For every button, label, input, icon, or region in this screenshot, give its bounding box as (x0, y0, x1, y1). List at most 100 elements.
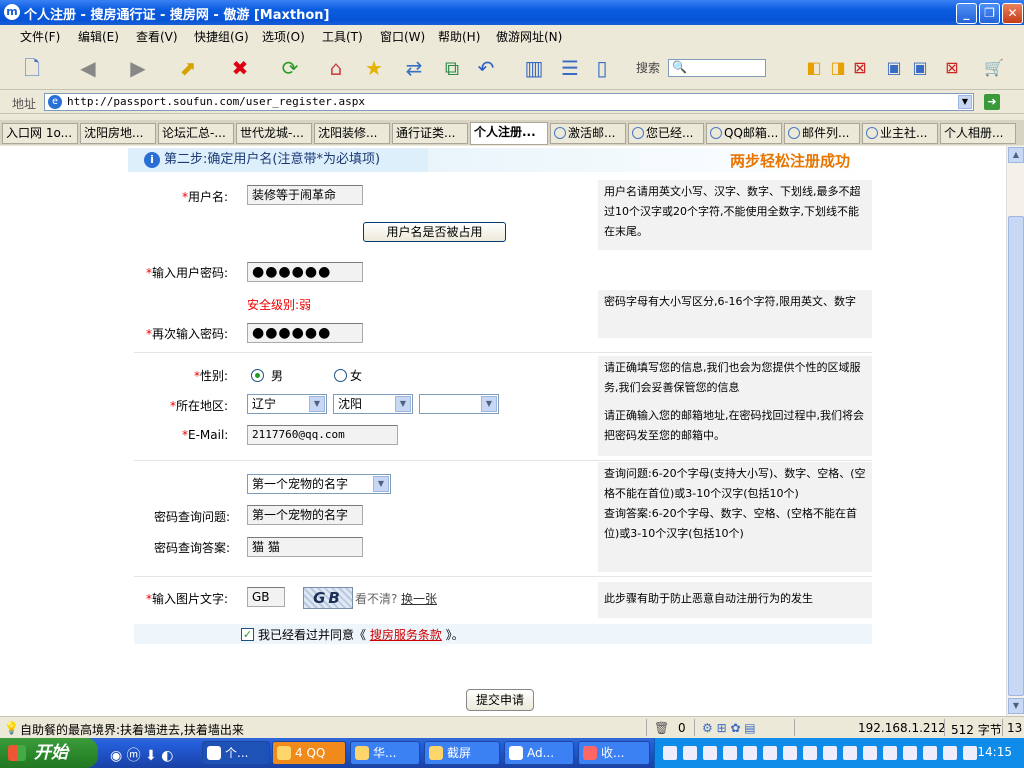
terms-link[interactable]: 搜房服务条款 (370, 628, 442, 642)
gender-female-radio[interactable] (334, 369, 347, 382)
tray-icon[interactable] (803, 746, 817, 760)
district-select[interactable]: ▼ (419, 394, 499, 414)
tray-icon[interactable] (823, 746, 837, 760)
answer-input[interactable]: 猫 猫 (247, 537, 363, 557)
search-icon: 🔍 (672, 60, 687, 74)
menu-maxthon-sites[interactable]: 傲游网址(N) (496, 28, 562, 45)
task-screenshot[interactable]: 截屏 (424, 741, 500, 765)
go-icon[interactable]: ➜ (984, 94, 1000, 110)
tray-icon[interactable] (723, 746, 737, 760)
tray-icon[interactable] (863, 746, 877, 760)
password-confirm-input[interactable]: ●●●●●● (247, 323, 363, 343)
tray-icon[interactable] (923, 746, 937, 760)
tab-6[interactable]: 通行证类... (392, 123, 468, 144)
gender-male-radio[interactable] (251, 369, 264, 382)
page-icon[interactable]: ▯ (588, 54, 616, 82)
restore-button[interactable]: ❐ (979, 3, 1000, 24)
qq-icon (277, 746, 291, 760)
tray-icon[interactable] (663, 746, 677, 760)
tab-3[interactable]: 论坛汇总-... (158, 123, 234, 144)
province-select[interactable]: 辽宁 ▼ (247, 394, 327, 414)
city-select[interactable]: 沈阳 ▼ (333, 394, 413, 414)
tab-13[interactable]: 个人相册... (940, 123, 1016, 144)
close-all-icon[interactable]: ⊠ (938, 54, 966, 82)
tab-5[interactable]: 沈阳装修... (314, 123, 390, 144)
menu-options[interactable]: 选项(O) (262, 28, 305, 45)
tab-1[interactable]: 入口网 1o... (2, 123, 78, 144)
window-titlebar: m 个人注册 - 搜房通行证 - 搜房网 - 傲游 [Maxthon] _ ❐ … (0, 0, 1024, 25)
email-input[interactable]: 2117760@qq.com (247, 425, 398, 445)
window-icon[interactable]: ⧉ (438, 54, 466, 82)
tray-icon[interactable] (963, 746, 977, 760)
tray-icon[interactable] (883, 746, 897, 760)
menu-edit[interactable]: 编辑(E) (78, 28, 119, 45)
groups-icon[interactable]: ⇄ (400, 54, 428, 82)
cascade-icon[interactable]: ▣ (906, 54, 934, 82)
stop-icon[interactable]: ✖ (226, 54, 254, 82)
tab-active-register[interactable]: 个人注册... (470, 122, 548, 145)
check-username-button[interactable]: 用户名是否被占用 (363, 222, 506, 242)
quicklaunch-icons[interactable]: ◉ ⓜ ⬇ ◐ (110, 745, 174, 765)
tab-9[interactable]: 您已经... (628, 123, 704, 144)
home-icon[interactable]: ⌂ (322, 54, 350, 82)
captcha-input[interactable]: GB (247, 587, 285, 607)
scroll-down-icon[interactable]: ▼ (1008, 698, 1024, 714)
new-page-icon[interactable]: 🗋 (18, 54, 46, 82)
tray-icon[interactable] (683, 746, 697, 760)
scroll-thumb[interactable] (1008, 216, 1024, 696)
minimize-button[interactable]: _ (956, 3, 977, 24)
agree-checkbox[interactable]: ✓ (241, 628, 254, 641)
tab-2[interactable]: 沈阳房地... (80, 123, 156, 144)
username-input[interactable]: 装修等于闹革命 (247, 185, 363, 205)
address-input[interactable]: e http://passport.soufun.com/user_regist… (44, 93, 974, 111)
close-tab-icon[interactable]: ⊠ (846, 54, 874, 82)
favorites-star-icon[interactable]: ★ (360, 54, 388, 82)
task-3[interactable]: 华... (350, 741, 420, 765)
address-dropdown-icon[interactable]: ▼ (958, 95, 972, 109)
tray-icon[interactable] (843, 746, 857, 760)
tray-icon[interactable] (763, 746, 777, 760)
menu-tools[interactable]: 工具(T) (322, 28, 363, 45)
tray-icon[interactable] (783, 746, 797, 760)
tray-icon[interactable] (943, 746, 957, 760)
tab-11[interactable]: 邮件列... (784, 123, 860, 144)
search-input[interactable]: 🔍 (668, 59, 766, 77)
scroll-up-icon[interactable]: ▲ (1008, 147, 1024, 163)
cart-icon[interactable]: 🛒 (980, 54, 1008, 82)
close-button[interactable]: ✕ (1002, 3, 1023, 24)
menu-help[interactable]: 帮助(H) (438, 28, 480, 45)
status-tool-icons[interactable]: ⚙ ⊞ ✿ ▤ (702, 721, 756, 735)
task-inbox[interactable]: 收... (578, 741, 650, 765)
up-arrow-icon[interactable]: ⬈ (174, 54, 202, 82)
captcha-change-link[interactable]: 换一张 (401, 590, 437, 607)
tab-10[interactable]: QQ邮箱... (706, 123, 782, 144)
submit-button[interactable]: 提交申请 (466, 689, 534, 711)
task-qq[interactable]: 4 QQ (272, 741, 346, 765)
undo-icon[interactable]: ↶ (472, 54, 500, 82)
tile-icon[interactable]: ▣ (880, 54, 908, 82)
tray-icon[interactable] (703, 746, 717, 760)
question-select[interactable]: 第一个宠物的名字 ▼ (247, 474, 391, 494)
tab-12[interactable]: 业主社... (862, 123, 938, 144)
question-input[interactable]: 第一个宠物的名字 (247, 505, 363, 525)
password-input[interactable]: ●●●●●● (247, 262, 363, 282)
back-icon[interactable]: ◀ (74, 54, 102, 82)
refresh-icon[interactable]: ⟳ (276, 54, 304, 82)
columns-icon[interactable]: ▥ (520, 54, 548, 82)
forward-icon[interactable]: ▶ (124, 54, 152, 82)
tray-icon[interactable] (743, 746, 757, 760)
tray-icon[interactable] (903, 746, 917, 760)
list-icon[interactable]: ☰ (556, 54, 584, 82)
tab-8[interactable]: 激活邮... (550, 123, 626, 144)
menu-window[interactable]: 窗口(W) (380, 28, 425, 45)
chevron-down-icon: ▼ (481, 396, 497, 412)
task-adobe[interactable]: Ad... (504, 741, 574, 765)
tab-4[interactable]: 世代龙城-... (236, 123, 312, 144)
vertical-scrollbar[interactable]: ▲ ▼ (1006, 146, 1024, 716)
menu-view[interactable]: 查看(V) (136, 28, 178, 45)
start-button[interactable]: 开始 (0, 738, 98, 768)
trash-icon[interactable]: 🗑 (654, 721, 669, 735)
menu-groups[interactable]: 快捷组(G) (194, 28, 249, 45)
task-browser[interactable]: 个... (202, 741, 270, 765)
menu-file[interactable]: 文件(F) (20, 28, 60, 45)
